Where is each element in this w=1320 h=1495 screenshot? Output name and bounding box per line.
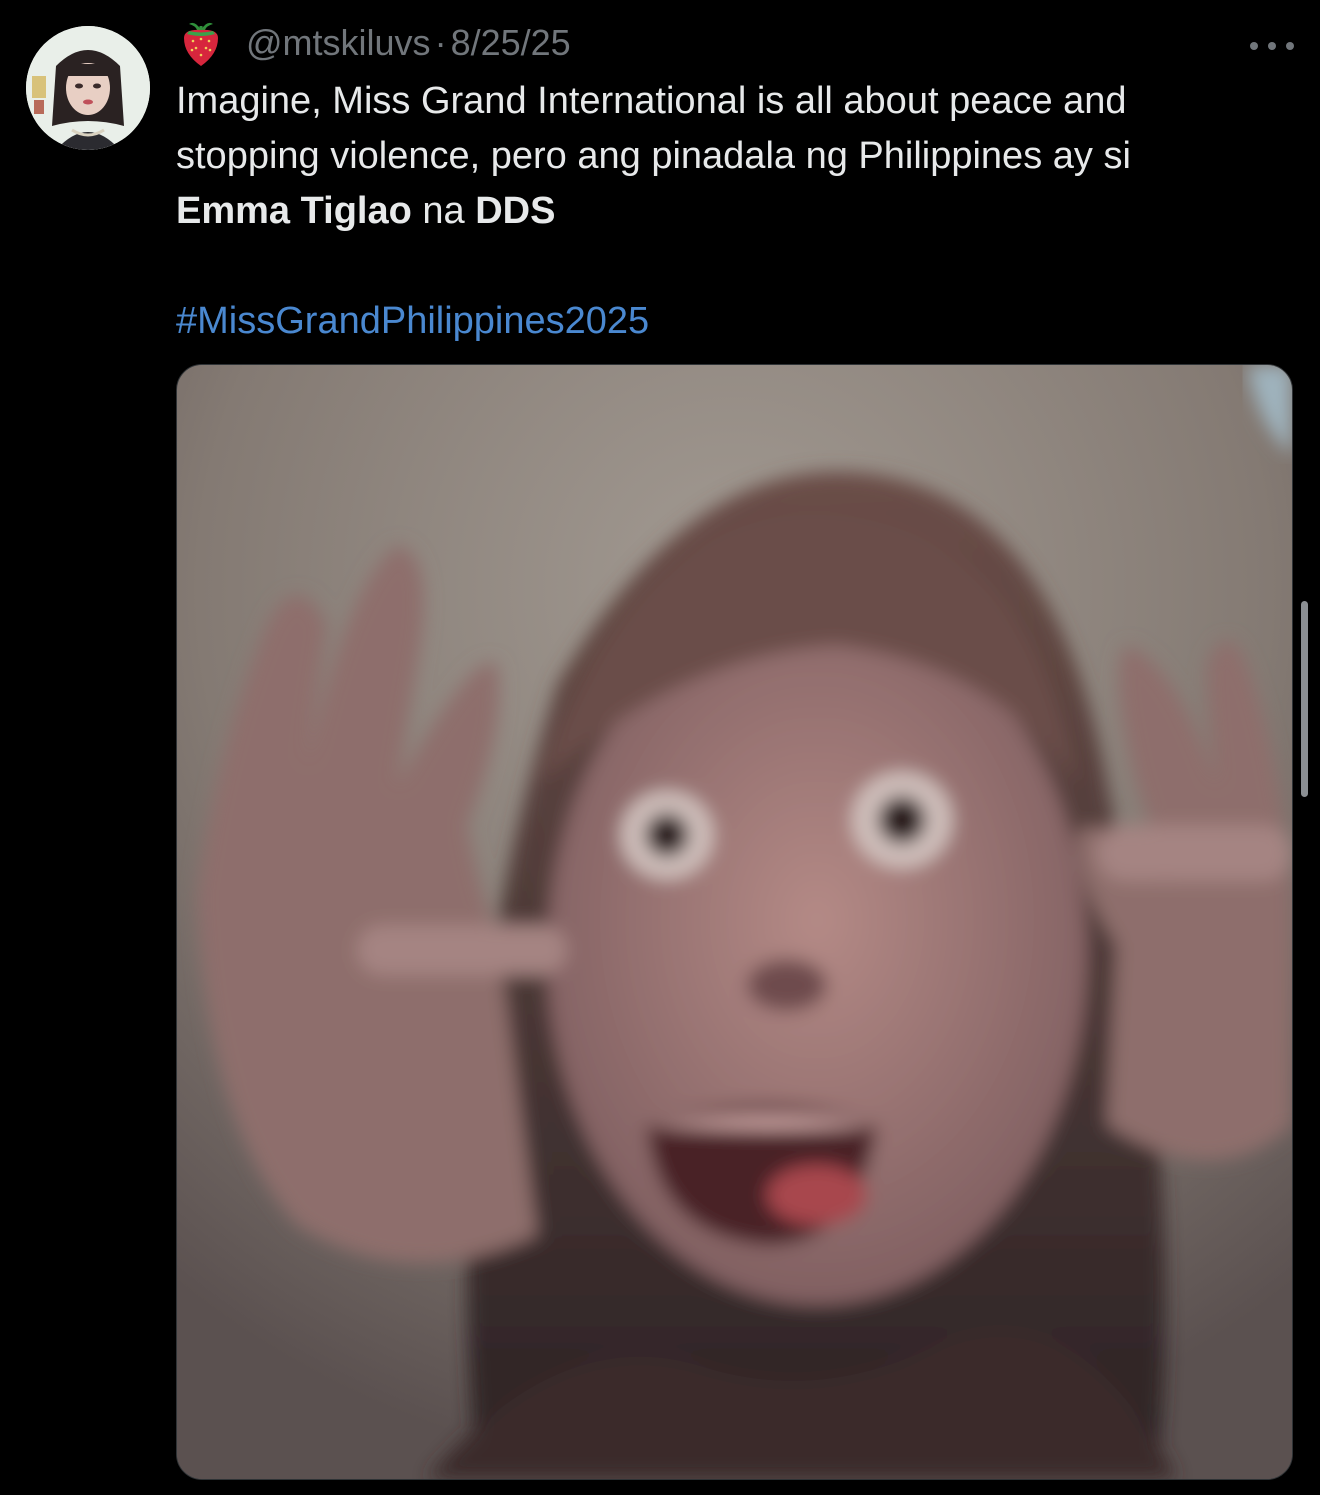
header-separator: · (434, 22, 447, 63)
dot (1268, 42, 1276, 50)
author-avatar[interactable] (26, 26, 150, 150)
ellipsis-icon[interactable] (1250, 36, 1294, 56)
tweet-body: Imagine, Miss Grand International is all… (176, 74, 1286, 349)
hashtag-link[interactable]: #MissGrandPhilippines2025 (176, 300, 649, 342)
tweet-line-2: stopping violence, pero ang pinadala ng … (176, 135, 1131, 177)
tweet-header: @mtskiluvs · 8/25/25 (178, 18, 571, 68)
author-handle[interactable]: @mtskiluvs (246, 22, 431, 64)
dot (1250, 42, 1258, 50)
scrollbar-thumb[interactable] (1301, 601, 1308, 797)
bold-acronym: DDS (475, 190, 556, 232)
tweet-date[interactable]: 8/25/25 (451, 22, 571, 64)
bold-name: Emma Tiglao (176, 190, 412, 232)
dot (1286, 42, 1294, 50)
tweet-media-photo[interactable] (176, 364, 1293, 1480)
tweet-line-3-mid: na (411, 190, 476, 232)
strawberry-icon (178, 18, 224, 68)
tweet-line-3: Emma Tiglao na DDS (176, 184, 1286, 239)
tweet-line-1: Imagine, Miss Grand International is all… (176, 80, 1127, 122)
